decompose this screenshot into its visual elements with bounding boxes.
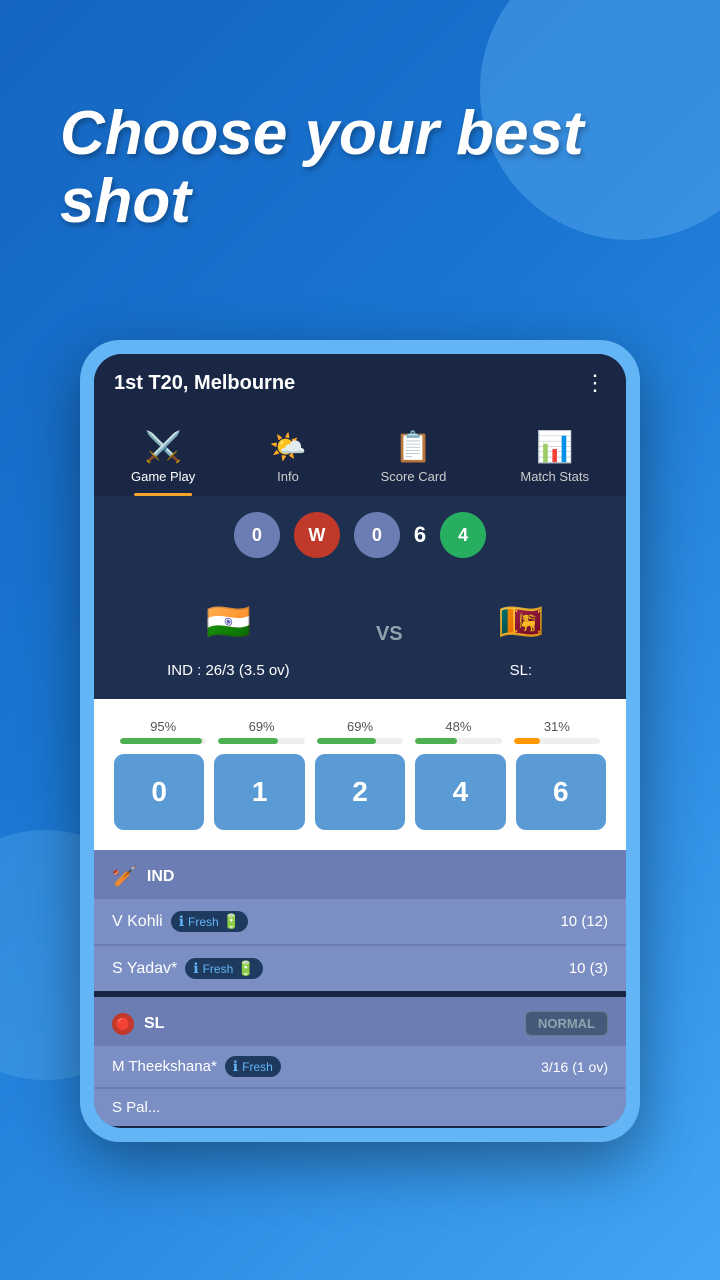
- pct-6: 31%: [544, 719, 570, 734]
- bowler-pal-left: S Pal...: [112, 1099, 160, 1116]
- info-circle-icon-2: ℹ: [193, 960, 198, 977]
- matchstats-icon: 📊: [536, 430, 573, 465]
- match-title: 1st T20, Melbourne: [114, 372, 295, 395]
- sl-flag: 🇱🇰: [489, 590, 553, 654]
- info-circle-icon-3: ℹ: [233, 1058, 238, 1075]
- theekshana-fresh-badge: ℹ Fresh: [225, 1056, 281, 1077]
- match-header: 1st T20, Melbourne ⋮: [94, 354, 626, 412]
- tab-matchstats[interactable]: 📊 Match Stats: [504, 422, 605, 496]
- teams-section: 🇮🇳 IND : 26/3 (3.5 ov) VS 🇱🇰 SL:: [94, 574, 626, 699]
- nav-tabs: ⚔️ Game Play 🌤️ Info 📋 Score Card 📊 Matc…: [94, 412, 626, 496]
- shot-col-6: 31%: [508, 719, 606, 744]
- shot-percentages: 95% 69% 69%: [114, 719, 606, 744]
- battery-icon: 🔋: [223, 913, 240, 930]
- tab-gameplay[interactable]: ⚔️ Game Play: [115, 422, 211, 496]
- sl-score: SL:: [510, 662, 533, 679]
- ind-team-header: 🏏 IND: [94, 850, 626, 899]
- team-sl: 🇱🇰 SL:: [489, 590, 553, 679]
- player-yadav-left: S Yadav* ℹ Fresh 🔋: [112, 958, 263, 979]
- yadav-fresh-text: Fresh: [203, 962, 234, 976]
- player-kohli-left: V Kohli ℹ Fresh 🔋: [112, 911, 248, 932]
- sl-section: 🔴 SL NORMAL M Theekshana* ℹ Fresh 3/16 (…: [94, 997, 626, 1126]
- hero-section: Choose your best shot: [60, 100, 660, 236]
- player-yadav-name: S Yadav*: [112, 960, 177, 978]
- phone-mockup: 1st T20, Melbourne ⋮ ⚔️ Game Play 🌤️ Inf…: [80, 340, 640, 1142]
- normal-badge: NORMAL: [525, 1011, 608, 1036]
- pct-1: 69%: [249, 719, 275, 734]
- shot-button-6[interactable]: 6: [516, 754, 606, 830]
- player-row-kohli: V Kohli ℹ Fresh 🔋 10 (12): [94, 899, 626, 944]
- vs-text: VS: [376, 623, 403, 646]
- bowler-theekshana-left: M Theekshana* ℹ Fresh: [112, 1056, 281, 1077]
- team-ind: 🇮🇳 IND : 26/3 (3.5 ov): [167, 590, 290, 679]
- ind-players-section: 🏏 IND V Kohli ℹ Fresh 🔋 10 (12) S Yadav*: [94, 850, 626, 991]
- phone-screen: 1st T20, Melbourne ⋮ ⚔️ Game Play 🌤️ Inf…: [94, 354, 626, 1128]
- info-label: Info: [277, 469, 299, 484]
- player-row-yadav: S Yadav* ℹ Fresh 🔋 10 (3): [94, 946, 626, 991]
- tab-info[interactable]: 🌤️ Info: [253, 422, 322, 496]
- shot-buttons: 0 1 2 4 6: [114, 754, 606, 830]
- info-icon: 🌤️: [269, 430, 306, 465]
- kohli-fresh-text: Fresh: [188, 915, 219, 929]
- bowler-row-pal: S Pal...: [94, 1089, 626, 1126]
- theekshana-stats: 3/16 (1 ov): [541, 1059, 608, 1075]
- bar-1: [218, 738, 304, 744]
- ind-score: IND : 26/3 (3.5 ov): [167, 662, 290, 679]
- shot-button-2[interactable]: 2: [315, 754, 405, 830]
- shot-col-0: 95%: [114, 719, 212, 744]
- bar-0: [120, 738, 206, 744]
- pct-0: 95%: [150, 719, 176, 734]
- ind-team-name: IND: [147, 868, 175, 886]
- scorecard-icon: 📋: [395, 430, 432, 465]
- hero-line2: shot: [60, 167, 191, 236]
- shot-col-1: 69%: [212, 719, 310, 744]
- shot-button-0[interactable]: 0: [114, 754, 204, 830]
- battery-icon-2: 🔋: [237, 960, 254, 977]
- score-balls: 0 W 0 6 4: [94, 496, 626, 574]
- bar-2: [317, 738, 403, 744]
- ball-0-2: 0: [354, 512, 400, 558]
- more-button[interactable]: ⋮: [584, 370, 606, 396]
- yadav-fresh-badge: ℹ Fresh 🔋: [185, 958, 262, 979]
- sl-flag-small: 🔴: [112, 1013, 134, 1035]
- gameplay-label: Game Play: [131, 469, 195, 484]
- shot-button-4[interactable]: 4: [415, 754, 505, 830]
- pct-4: 48%: [445, 719, 471, 734]
- bowler-row-theekshana: M Theekshana* ℹ Fresh 3/16 (1 ov): [94, 1046, 626, 1087]
- gameplay-icon: ⚔️: [144, 430, 181, 465]
- sl-team-header: 🔴 SL NORMAL: [94, 997, 626, 1046]
- player-kohli-name: V Kohli: [112, 913, 163, 931]
- matchstats-label: Match Stats: [520, 469, 589, 484]
- ind-flag: 🇮🇳: [196, 590, 260, 654]
- bowler-pal-name: S Pal...: [112, 1099, 160, 1116]
- theekshana-fresh-text: Fresh: [242, 1060, 273, 1074]
- pct-2: 69%: [347, 719, 373, 734]
- ball-6: 6: [414, 522, 426, 548]
- ball-4: 4: [440, 512, 486, 558]
- shot-col-4: 48%: [409, 719, 507, 744]
- hero-title: Choose your best shot: [60, 100, 660, 236]
- kohli-score: 10 (12): [560, 913, 608, 930]
- bar-4: [415, 738, 501, 744]
- ball-0: 0: [234, 512, 280, 558]
- sl-team-name: SL: [144, 1015, 164, 1033]
- bar-6: [514, 738, 600, 744]
- sl-left: 🔴 SL: [112, 1013, 164, 1035]
- shot-selection: 95% 69% 69%: [94, 699, 626, 850]
- ball-w: W: [294, 512, 340, 558]
- scorecard-label: Score Card: [381, 469, 447, 484]
- bat-icon: 🏏: [112, 864, 137, 889]
- tab-scorecard[interactable]: 📋 Score Card: [365, 422, 463, 496]
- hero-line1: Choose your best: [60, 99, 584, 168]
- info-circle-icon: ℹ: [179, 913, 184, 930]
- kohli-fresh-badge: ℹ Fresh 🔋: [171, 911, 248, 932]
- yadav-score: 10 (3): [569, 960, 608, 977]
- shot-col-2: 69%: [311, 719, 409, 744]
- bowler-theekshana-name: M Theekshana*: [112, 1058, 217, 1075]
- shot-button-1[interactable]: 1: [214, 754, 304, 830]
